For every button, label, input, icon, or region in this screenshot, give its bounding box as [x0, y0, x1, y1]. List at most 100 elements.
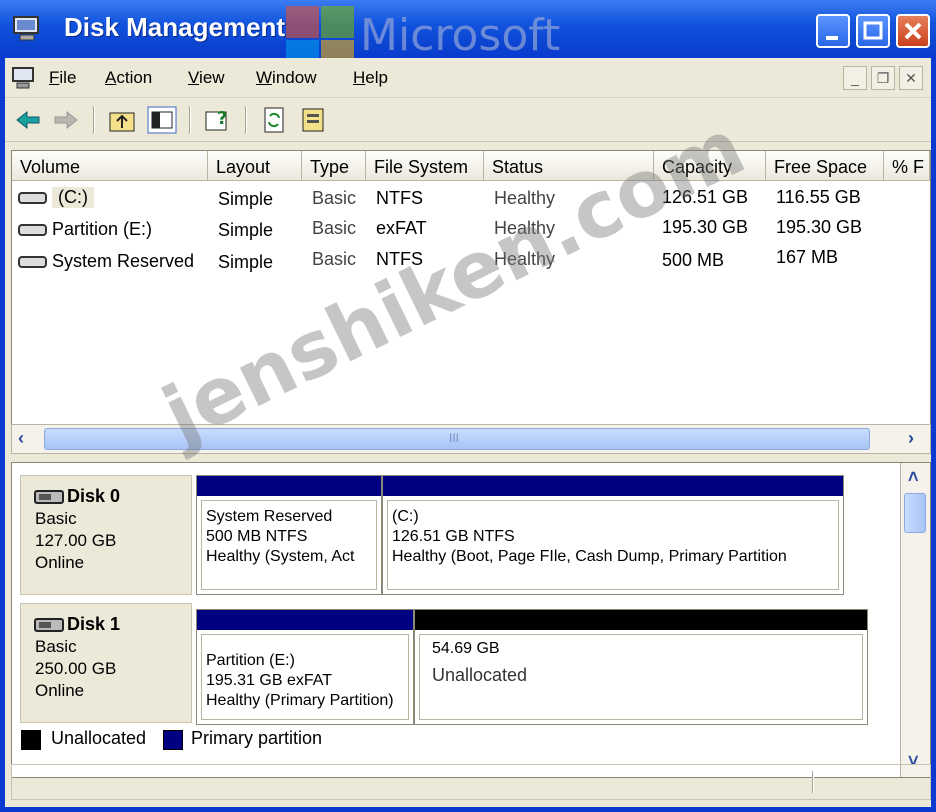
partition-size-fs: 500 MB NTFS — [206, 528, 308, 545]
menu-window[interactable]: Window — [256, 68, 316, 88]
scrollbar-grip: III — [449, 431, 460, 445]
partition-size: 54.69 GB — [432, 640, 500, 657]
scrollbar-thumb[interactable] — [904, 493, 926, 533]
scroll-left-icon[interactable]: ‹ — [18, 428, 24, 449]
disk-type: Basic — [35, 637, 77, 656]
show-hide-tree-icon[interactable] — [147, 106, 177, 134]
partition-c[interactable]: (C:) 126.51 GB NTFS Healthy (Boot, Page … — [382, 475, 844, 595]
partition-unallocated[interactable]: 54.69 GB Unallocated — [414, 609, 868, 725]
column-header-percent-free[interactable]: % F — [884, 151, 930, 181]
menu-help[interactable]: Help — [353, 68, 388, 88]
partition-label: Partition (E:) — [206, 652, 295, 669]
partition-label: (C:) — [392, 508, 419, 525]
column-header-layout[interactable]: Layout — [208, 151, 302, 181]
column-header-free-space[interactable]: Free Space — [766, 151, 884, 181]
disk-icon — [34, 490, 64, 504]
back-arrow-icon[interactable] — [13, 106, 43, 134]
drive-icon — [18, 224, 47, 236]
computer-management-icon — [13, 16, 39, 41]
volume-file-system: NTFS — [376, 249, 423, 269]
toolbar-separator — [245, 106, 247, 134]
volume-layout: Simple — [218, 220, 274, 240]
column-header-volume[interactable]: Volume — [12, 151, 208, 181]
partition-info: (C:) 126.51 GB NTFS Healthy (Boot, Page … — [387, 500, 839, 590]
partition-info: System Reserved 500 MB NTFS Healthy (Sys… — [201, 500, 377, 590]
volume-layout: Simple — [218, 189, 274, 209]
column-header-file-system[interactable]: File System — [366, 151, 484, 181]
help-icon[interactable]: ? — [203, 106, 233, 134]
partition-info: 54.69 GB Unallocated — [419, 634, 863, 720]
disk-size: 250.00 GB — [35, 659, 117, 678]
disk-state: Online — [35, 681, 85, 700]
volume-status: Healthy — [494, 188, 556, 208]
partition-size-fs: 195.31 GB exFAT — [206, 672, 332, 689]
legend-label-primary: Primary partition — [191, 728, 323, 748]
toolbar-separator — [189, 106, 191, 134]
volume-file-system: NTFS — [376, 188, 423, 208]
volume-name: (C:) — [52, 187, 94, 208]
horizontal-scrollbar[interactable]: ‹ III › — [11, 424, 931, 454]
refresh-icon[interactable] — [259, 106, 289, 134]
volume-free-space: 195.30 GB — [776, 217, 863, 237]
disk-icon — [34, 618, 64, 632]
volume-status: Healthy — [494, 218, 556, 238]
close-button[interactable] — [896, 14, 930, 48]
menu-file[interactable]: File — [49, 68, 76, 88]
partition-e[interactable]: Partition (E:) 195.31 GB exFAT Healthy (… — [196, 609, 414, 725]
forward-arrow-icon[interactable] — [51, 106, 81, 134]
menu-view[interactable]: View — [188, 68, 225, 88]
partition-color-bar — [415, 610, 867, 630]
legend-swatch-primary — [163, 730, 183, 750]
volume-free-space: 167 MB — [776, 247, 839, 267]
status-divider — [812, 771, 814, 793]
volume-name: Partition (E:) — [52, 219, 153, 239]
partition-status: Healthy (Primary Partition) — [206, 692, 394, 709]
partition-label: System Reserved — [206, 508, 333, 525]
disk-state: Online — [35, 553, 85, 572]
mdi-minimize-button[interactable]: _ — [843, 66, 867, 90]
disk-1-label[interactable]: Disk 1 Basic 250.00 GB Online — [20, 603, 192, 723]
partition-color-bar — [383, 476, 843, 496]
disk-0-label[interactable]: Disk 0 Basic 127.00 GB Online — [20, 475, 192, 595]
volume-free-space: 116.55 GB — [776, 187, 861, 207]
scrollbar-thumb[interactable]: III — [44, 428, 870, 450]
disk-size: 127.00 GB — [35, 531, 117, 550]
volume-capacity: 195.30 GB — [662, 217, 749, 237]
scroll-up-icon[interactable]: ˄ — [908, 467, 919, 488]
legend: Unallocated Primary partition — [11, 722, 931, 756]
minimize-button[interactable] — [816, 14, 850, 48]
column-header-status[interactable]: Status — [484, 151, 654, 181]
volume-layout: Simple — [218, 252, 274, 272]
window-title: Disk Management — [64, 12, 286, 42]
title-bar[interactable]: Disk Management Microsoft — [0, 0, 936, 72]
system-menu-icon[interactable] — [11, 66, 37, 90]
close-icon — [904, 22, 922, 40]
toolbar: ? — [5, 98, 931, 142]
properties-icon[interactable] — [299, 106, 329, 134]
volume-type: Basic — [312, 249, 357, 269]
disk-management-window: Disk Management Microsoft File Action Vi… — [0, 0, 936, 812]
partition-size-fs: 126.51 GB NTFS — [392, 528, 515, 545]
maximize-button[interactable] — [856, 14, 890, 48]
partition-system-reserved[interactable]: System Reserved 500 MB NTFS Healthy (Sys… — [196, 475, 382, 595]
column-header-type[interactable]: Type — [302, 151, 366, 181]
mdi-close-button[interactable]: ✕ — [899, 66, 923, 90]
volume-name: System Reserved — [52, 251, 195, 271]
drive-icon — [18, 256, 47, 268]
minimize-icon — [826, 36, 838, 40]
partition-status: Unallocated — [432, 665, 528, 685]
toolbar-separator — [93, 106, 95, 134]
partition-status: Healthy (Boot, Page FIle, Cash Dump, Pri… — [392, 548, 787, 565]
partition-info: Partition (E:) 195.31 GB exFAT Healthy (… — [201, 634, 409, 720]
up-folder-icon[interactable] — [107, 106, 137, 134]
drive-icon — [18, 192, 47, 204]
column-header-capacity[interactable]: Capacity — [654, 151, 766, 181]
menu-action[interactable]: Action — [105, 68, 152, 88]
scroll-right-icon[interactable]: › — [908, 428, 914, 449]
status-bar — [11, 764, 931, 800]
microsoft-overlay-text: Microsoft — [360, 10, 561, 61]
mdi-restore-button[interactable]: ❐ — [871, 66, 895, 90]
volume-capacity: 126.51 GB — [662, 187, 749, 207]
volume-capacity: 500 MB — [662, 250, 725, 270]
volume-list: Volume Layout Type File System Status Ca… — [11, 150, 931, 452]
